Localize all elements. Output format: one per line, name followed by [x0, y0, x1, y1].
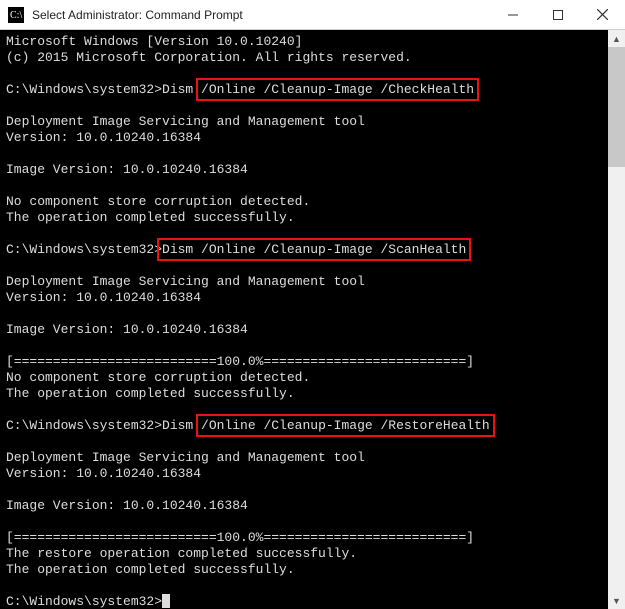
terminal-line: The operation completed successfully. — [6, 210, 602, 226]
terminal-line — [6, 258, 602, 274]
terminal-line: Deployment Image Servicing and Managemen… — [6, 450, 602, 466]
terminal-text: No component store corruption detected. — [6, 370, 310, 385]
terminal-line: C:\Windows\system32> — [6, 594, 602, 609]
terminal-line — [6, 578, 602, 594]
svg-text:C:\: C:\ — [10, 10, 22, 21]
terminal-text: C:\Windows\system32> — [6, 242, 162, 257]
terminal-line: Version: 10.0.10240.16384 — [6, 466, 602, 482]
terminal-line — [6, 98, 602, 114]
terminal-text: No component store corruption detected. — [6, 194, 310, 209]
terminal-text: Deployment Image Servicing and Managemen… — [6, 450, 365, 465]
terminal-line: Image Version: 10.0.10240.16384 — [6, 322, 602, 338]
scroll-up-arrow[interactable]: ▲ — [608, 30, 625, 47]
terminal-text: Deployment Image Servicing and Managemen… — [6, 274, 365, 289]
terminal-line: Microsoft Windows [Version 10.0.10240] — [6, 34, 602, 50]
terminal-text: C:\Windows\system32> — [6, 594, 162, 609]
terminal-line — [6, 226, 602, 242]
terminal-text: The operation completed successfully. — [6, 562, 295, 577]
terminal-line: Deployment Image Servicing and Managemen… — [6, 274, 602, 290]
terminal-text: Microsoft Windows [Version 10.0.10240] — [6, 34, 302, 49]
terminal-line: Version: 10.0.10240.16384 — [6, 290, 602, 306]
terminal-text: C:\Windows\system32>Dism — [6, 82, 201, 97]
scroll-track[interactable] — [608, 47, 625, 592]
terminal-line: The operation completed successfully. — [6, 386, 602, 402]
terminal-text: Image Version: 10.0.10240.16384 — [6, 498, 248, 513]
scrollbar[interactable]: ▲ ▼ — [608, 30, 625, 609]
terminal-text: (c) 2015 Microsoft Corporation. All righ… — [6, 50, 412, 65]
terminal-line: C:\Windows\system32>Dism /Online /Cleanu… — [6, 242, 602, 258]
terminal-line: Version: 10.0.10240.16384 — [6, 130, 602, 146]
terminal-text: Image Version: 10.0.10240.16384 — [6, 322, 248, 337]
terminal-line: Image Version: 10.0.10240.16384 — [6, 498, 602, 514]
terminal-line — [6, 434, 602, 450]
terminal-line — [6, 178, 602, 194]
maximize-button[interactable] — [535, 0, 580, 29]
terminal-text: The restore operation completed successf… — [6, 546, 357, 561]
terminal-text: [==========================100.0%=======… — [6, 530, 474, 545]
terminal-line: No component store corruption detected. — [6, 370, 602, 386]
highlighted-command: /Online /Cleanup-Image /RestoreHealth — [199, 417, 492, 434]
terminal-line — [6, 482, 602, 498]
terminal-text: Image Version: 10.0.10240.16384 — [6, 162, 248, 177]
terminal-line — [6, 338, 602, 354]
terminal-text: C:\Windows\system32>Dism — [6, 418, 201, 433]
terminal-line — [6, 306, 602, 322]
terminal-line: Image Version: 10.0.10240.16384 — [6, 162, 602, 178]
terminal-line: The restore operation completed successf… — [6, 546, 602, 562]
terminal-line: The operation completed successfully. — [6, 562, 602, 578]
window-controls — [490, 0, 625, 29]
terminal-text: [==========================100.0%=======… — [6, 354, 474, 369]
terminal-output[interactable]: Microsoft Windows [Version 10.0.10240](c… — [0, 30, 608, 609]
highlighted-command: /Online /Cleanup-Image /CheckHealth — [199, 81, 476, 98]
close-button[interactable] — [580, 0, 625, 29]
terminal-line: (c) 2015 Microsoft Corporation. All righ… — [6, 50, 602, 66]
highlighted-command: Dism /Online /Cleanup-Image /ScanHealth — [160, 241, 468, 258]
terminal-text: Version: 10.0.10240.16384 — [6, 466, 201, 481]
scroll-thumb[interactable] — [608, 47, 625, 167]
terminal-line — [6, 66, 602, 82]
terminal-text: The operation completed successfully. — [6, 210, 295, 225]
cursor — [162, 594, 170, 608]
terminal-line: [==========================100.0%=======… — [6, 354, 602, 370]
minimize-button[interactable] — [490, 0, 535, 29]
terminal-line — [6, 514, 602, 530]
terminal-text: The operation completed successfully. — [6, 386, 295, 401]
cmd-prompt-icon: C:\ — [6, 5, 26, 25]
terminal-line: Deployment Image Servicing and Managemen… — [6, 114, 602, 130]
scroll-down-arrow[interactable]: ▼ — [608, 592, 625, 609]
terminal-line: C:\Windows\system32>Dism /Online /Cleanu… — [6, 418, 602, 434]
terminal-text: Version: 10.0.10240.16384 — [6, 130, 201, 145]
terminal-text: Deployment Image Servicing and Managemen… — [6, 114, 365, 129]
terminal-line: C:\Windows\system32>Dism /Online /Cleanu… — [6, 82, 602, 98]
titlebar[interactable]: C:\ Select Administrator: Command Prompt — [0, 0, 625, 30]
terminal-text: Version: 10.0.10240.16384 — [6, 290, 201, 305]
terminal-line: No component store corruption detected. — [6, 194, 602, 210]
terminal-line — [6, 402, 602, 418]
terminal-line — [6, 146, 602, 162]
window-title: Select Administrator: Command Prompt — [32, 8, 490, 22]
terminal-line: [==========================100.0%=======… — [6, 530, 602, 546]
